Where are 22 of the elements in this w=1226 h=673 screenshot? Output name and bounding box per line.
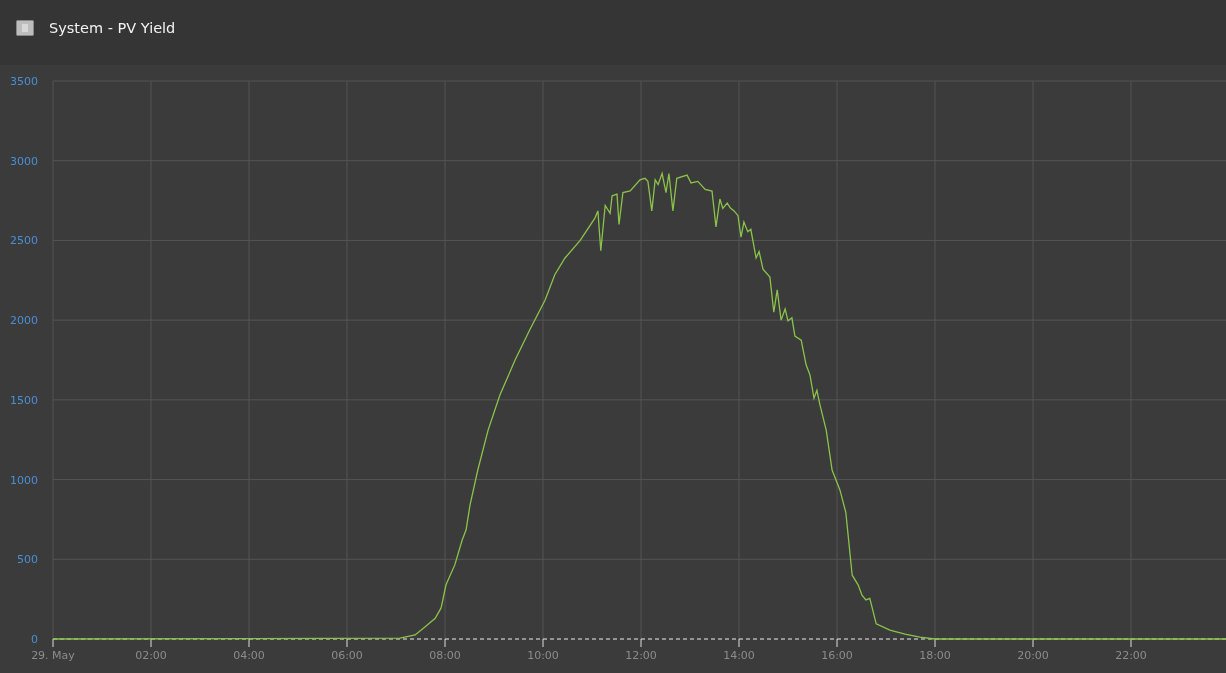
y-axis-label: 1000	[10, 473, 38, 487]
x-axis-label: 12:00	[625, 649, 657, 662]
x-axis-label: 29. May	[31, 649, 75, 662]
y-axis-label: 3000	[10, 154, 38, 168]
device-icon	[16, 19, 34, 36]
x-axis-label: 14:00	[723, 649, 755, 662]
x-axis-label: 16:00	[821, 649, 853, 662]
y-axis-label: 2000	[10, 314, 38, 328]
x-axis-label: 10:00	[527, 649, 559, 662]
y-axis-label: 3500	[10, 75, 38, 88]
x-axis-label: 08:00	[429, 649, 461, 662]
x-axis-label: 20:00	[1017, 649, 1049, 662]
x-axis-label: 02:00	[135, 649, 167, 662]
y-axis-label: 1500	[10, 393, 38, 407]
y-axis-label: 2500	[10, 234, 38, 248]
y-axis-label: 0	[31, 633, 38, 646]
x-axis-label: 18:00	[919, 649, 951, 662]
window-title: System - PV Yield	[49, 19, 176, 36]
x-axis-label: 06:00	[331, 649, 363, 662]
y-axis-label: 500	[17, 553, 38, 567]
x-axis-label: 22:00	[1115, 649, 1147, 662]
x-axis-label: 04:00	[233, 649, 265, 662]
